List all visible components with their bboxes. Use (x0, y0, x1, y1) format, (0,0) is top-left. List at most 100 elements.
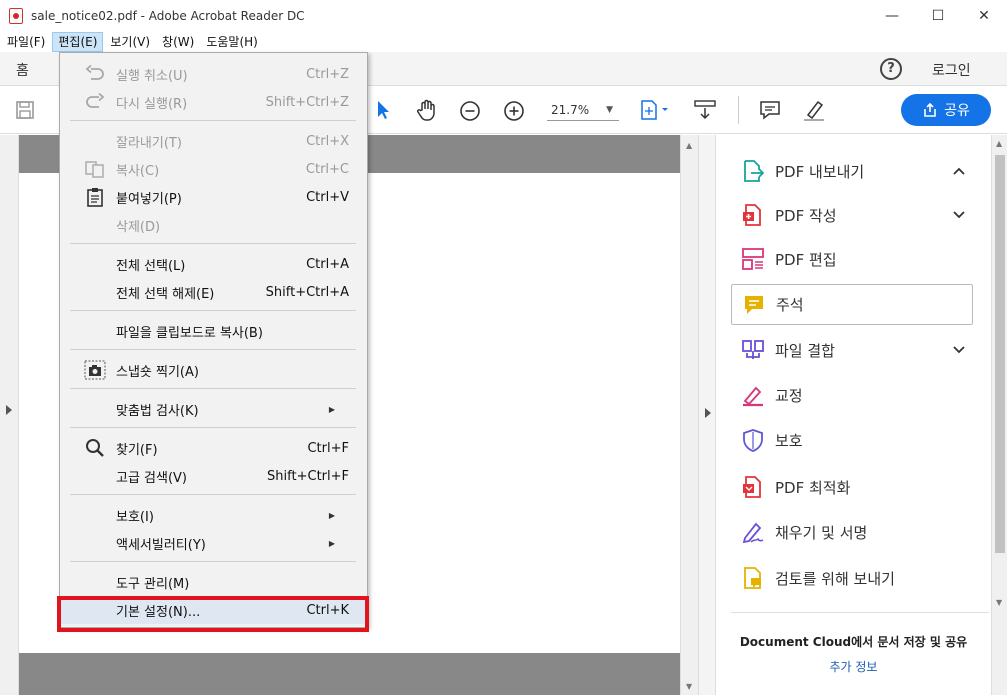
fill-sign-icon (739, 518, 767, 546)
menu-item-paste[interactable]: 붙여넣기(P) Ctrl+V (60, 183, 367, 211)
scroll-mode-icon[interactable] (692, 98, 718, 122)
menu-item-protection[interactable]: 보호(I) ▶ (60, 501, 367, 529)
edit-pdf-icon (739, 245, 767, 273)
zoom-in-icon[interactable] (502, 99, 526, 123)
menu-item-accessibility[interactable]: 액세서빌러티(Y) ▶ (60, 529, 367, 557)
tool-label: PDF 내보내기 (775, 162, 865, 181)
tool-protect[interactable]: 보호 (731, 420, 973, 460)
maximize-button[interactable]: ☐ (915, 0, 961, 32)
menu-bar: 파일(F) 편집(E) 보기(V) 창(W) 도움말(H) (0, 32, 1007, 52)
share-icon (924, 102, 936, 117)
chevron-right-icon (705, 408, 711, 418)
help-icon[interactable]: ? (880, 58, 902, 80)
tool-edit-pdf[interactable]: PDF 편집 (731, 239, 973, 279)
title-bar: sale_notice02.pdf - Adobe Acrobat Reader… (0, 0, 1007, 32)
menu-item-manage-tools[interactable]: 도구 관리(M) (60, 568, 367, 596)
scroll-down-icon[interactable]: ▼ (686, 682, 692, 691)
chevron-down-icon[interactable] (953, 207, 965, 223)
tool-label: 채우기 및 서명 (775, 523, 868, 542)
redo-icon (84, 92, 106, 112)
close-button[interactable]: ✕ (961, 0, 1007, 32)
more-info-link[interactable]: 추가 정보 (716, 658, 991, 675)
fit-page-icon[interactable] (638, 98, 672, 122)
acrobat-app-icon (9, 8, 23, 24)
menu-view[interactable]: 보기(V) (105, 32, 155, 52)
tab-home[interactable]: 홈 (16, 60, 29, 80)
tool-label: 교정 (775, 386, 803, 405)
menu-item-undo[interactable]: 실행 취소(U) Ctrl+Z (60, 60, 367, 88)
tool-optimize-pdf[interactable]: PDF 최적화 (731, 467, 973, 507)
scroll-up-icon[interactable]: ▲ (996, 139, 1002, 148)
menu-window[interactable]: 창(W) (157, 32, 199, 52)
menu-item-select-all[interactable]: 전체 선택(L) Ctrl+A (60, 250, 367, 278)
menu-item-find[interactable]: 찾기(F) Ctrl+F (60, 434, 367, 462)
select-arrow-icon[interactable] (372, 98, 394, 122)
document-scrollbar[interactable]: ▲ ▼ (680, 135, 698, 695)
panel-divider (731, 612, 989, 613)
optimize-pdf-icon (739, 473, 767, 501)
search-icon (84, 438, 106, 458)
tool-send-review[interactable]: 검토를 위해 보내기 (731, 558, 973, 598)
hand-tool-icon[interactable] (414, 97, 440, 123)
tool-label: 검토를 위해 보내기 (775, 569, 895, 588)
tool-label: 파일 결합 (775, 341, 835, 360)
preferences-highlight-box (57, 596, 369, 632)
save-icon[interactable] (14, 99, 36, 121)
scroll-down-icon[interactable]: ▼ (996, 598, 1002, 607)
create-pdf-icon (739, 201, 767, 229)
menu-item-delete[interactable]: 삭제(D) (60, 211, 367, 239)
menu-item-cut[interactable]: 잘라내기(T) Ctrl+X (60, 127, 367, 155)
menu-item-advanced-search[interactable]: 고급 검색(V) Shift+Ctrl+F (60, 462, 367, 490)
tool-create-pdf[interactable]: PDF 작성 (731, 195, 973, 235)
send-review-icon (739, 564, 767, 592)
menu-separator (70, 349, 356, 350)
menu-item-copy[interactable]: 복사(C) Ctrl+C (60, 155, 367, 183)
edit-menu-dropdown: 실행 취소(U) Ctrl+Z 다시 실행(R) Shift+Ctrl+Z 잘라… (59, 52, 368, 628)
share-button[interactable]: 공유 (901, 94, 991, 126)
window-controls: — ☐ ✕ (869, 0, 1007, 32)
tool-comment[interactable]: 주석 (731, 284, 973, 325)
window-title: sale_notice02.pdf - Adobe Acrobat Reader… (31, 9, 305, 23)
tool-export-pdf[interactable]: PDF 내보내기 (731, 151, 973, 191)
minimize-button[interactable]: — (869, 0, 915, 32)
chevron-down-icon[interactable] (953, 342, 965, 358)
menu-separator (70, 120, 356, 121)
menu-item-redo[interactable]: 다시 실행(R) Shift+Ctrl+Z (60, 88, 367, 116)
menu-file[interactable]: 파일(F) (2, 32, 50, 52)
right-pane-toggle[interactable] (698, 135, 716, 695)
menu-help[interactable]: 도움말(H) (201, 32, 263, 52)
document-cloud-text: Document Cloud에서 문서 저장 및 공유 (739, 635, 968, 649)
submenu-arrow-icon: ▶ (328, 510, 335, 520)
zoom-level-select[interactable]: 21.7% ▼ (547, 99, 619, 121)
tool-label: PDF 편집 (775, 250, 837, 269)
combine-files-icon (739, 336, 767, 364)
document-background-bottom (19, 653, 680, 695)
redact-icon (739, 381, 767, 409)
menu-item-copy-file-to-clipboard[interactable]: 파일을 클립보드로 복사(B) (60, 317, 367, 345)
chevron-right-icon (6, 405, 12, 415)
scroll-up-icon[interactable]: ▲ (686, 141, 692, 150)
tool-fill-sign[interactable]: 채우기 및 서명 (731, 512, 973, 552)
comment-icon[interactable] (758, 98, 782, 122)
camera-icon (84, 360, 106, 380)
login-button[interactable]: 로그인 (932, 60, 971, 80)
chevron-up-icon[interactable] (953, 163, 965, 179)
tool-combine-files[interactable]: 파일 결합 (731, 330, 973, 370)
tools-panel-scrollbar[interactable]: ▲ ▼ (991, 135, 1007, 695)
tool-redact[interactable]: 교정 (731, 375, 973, 415)
menu-item-spell-check[interactable]: 맞춤법 검사(K) ▶ (60, 395, 367, 423)
menu-separator (70, 310, 356, 311)
zoom-out-icon[interactable] (458, 99, 482, 123)
submenu-arrow-icon: ▶ (328, 404, 335, 414)
menu-item-snapshot[interactable]: 스냅숏 찍기(A) (60, 356, 367, 384)
scrollbar-thumb[interactable] (995, 155, 1005, 553)
highlight-pen-icon[interactable] (801, 98, 827, 122)
menu-separator (70, 388, 356, 389)
zoom-level-value: 21.7% (551, 103, 590, 117)
menu-edit[interactable]: 편집(E) (52, 32, 104, 52)
comment-icon (740, 291, 768, 319)
left-pane-toggle[interactable] (0, 135, 19, 695)
menu-item-deselect-all[interactable]: 전체 선택 해제(E) Shift+Ctrl+A (60, 278, 367, 306)
toolbar-divider (738, 96, 739, 124)
chevron-down-icon: ▼ (606, 105, 613, 115)
